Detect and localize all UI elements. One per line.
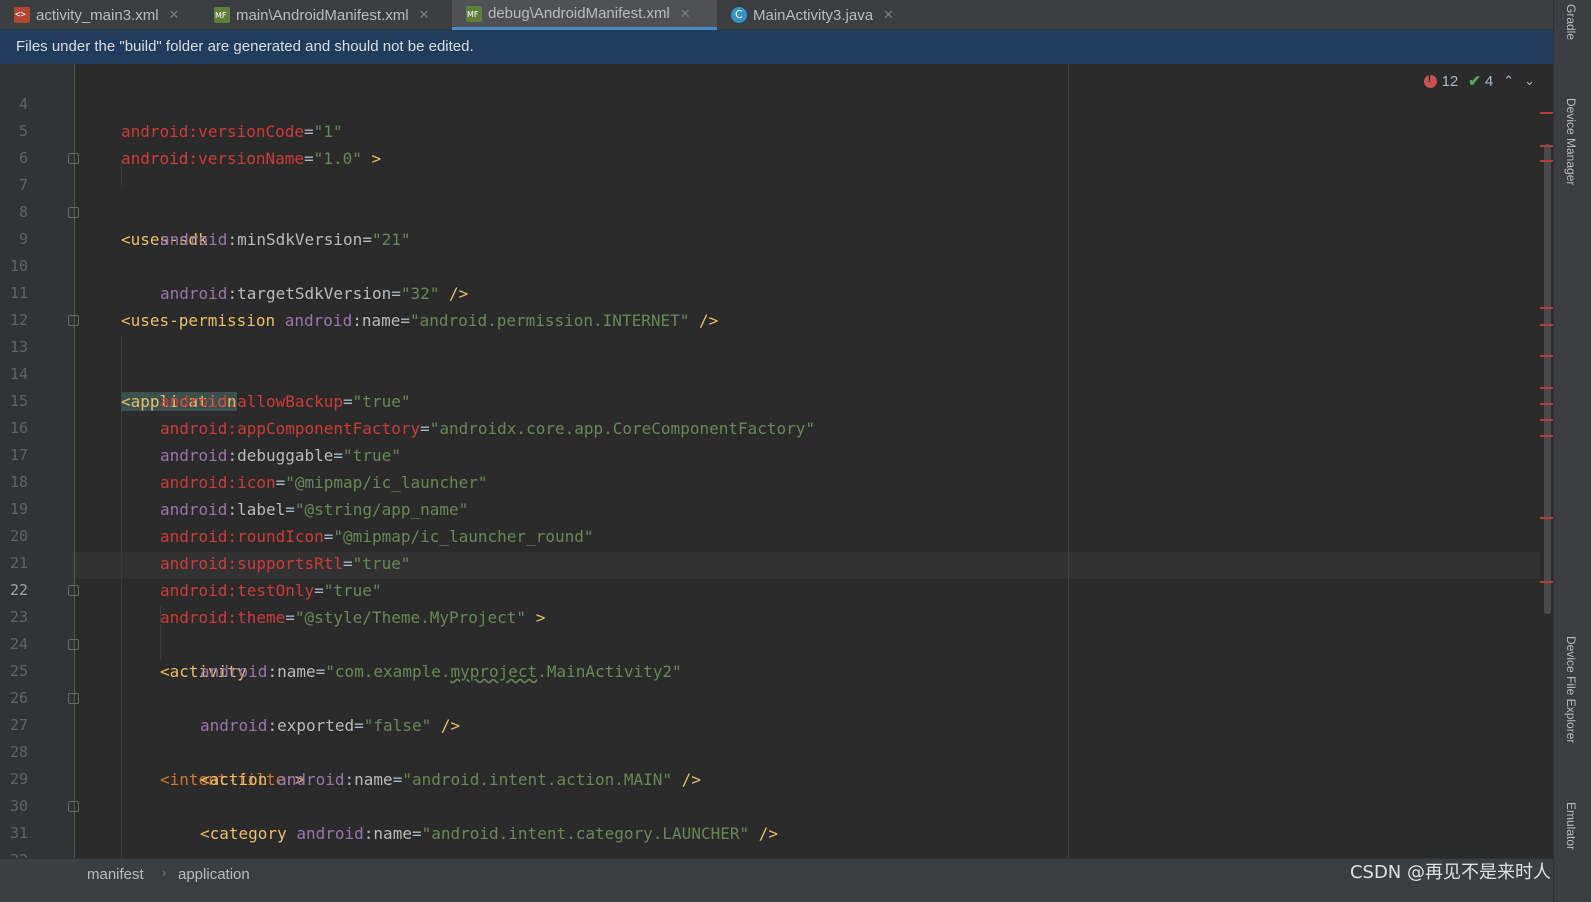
error-stripe-mark[interactable] xyxy=(1540,435,1553,437)
code-line: 20 android:supportsRtl="true" xyxy=(0,496,1540,573)
fold-icon[interactable] xyxy=(68,693,79,704)
tab-label: MainActivity3.java xyxy=(753,6,874,24)
watermark: CSDN @再见不是来时人 xyxy=(1349,862,1551,883)
tab-label: debug\AndroidManifest.xml xyxy=(488,5,670,22)
code-line: 18 android:label="@string/app_name" xyxy=(0,442,1540,519)
code-line: 13 <application xyxy=(0,307,1540,411)
editor-scrollbar[interactable] xyxy=(1540,64,1553,858)
tab-activity-main3[interactable]: activity_main3.xml ✕ xyxy=(0,0,200,30)
chevron-right-icon: › xyxy=(162,865,167,880)
error-stripe-mark[interactable] xyxy=(1540,355,1553,357)
fold-end-icon[interactable] xyxy=(68,801,79,812)
tab-main-manifest[interactable]: main\AndroidManifest.xml ✕ xyxy=(200,0,452,30)
code-line: 17 android:icon="@mipmap/ic_launcher" xyxy=(0,415,1540,492)
line-number: 32 xyxy=(0,847,28,858)
code-editor[interactable]: 4 android:versionCode="1" 5 android:vers… xyxy=(0,64,1553,858)
fold-end-icon[interactable] xyxy=(68,639,79,650)
tool-emulator[interactable]: Emulator xyxy=(1564,802,1578,850)
manifest-file-icon xyxy=(214,7,230,23)
code-line: 21 android:testOnly="true" xyxy=(0,523,1540,600)
code-line-current: 22 android:theme="@style/Theme.MyProject… xyxy=(0,550,1540,627)
tab-label: main\AndroidManifest.xml xyxy=(236,6,409,24)
xml-file-icon xyxy=(14,7,30,23)
code-line: 32 xyxy=(0,820,1540,858)
fold-end-icon[interactable] xyxy=(68,207,79,218)
generated-file-banner: Files under the "build" folder are gener… xyxy=(0,30,1553,64)
error-count: 12 xyxy=(1441,72,1459,90)
fold-icon[interactable] xyxy=(68,315,79,326)
manifest-file-icon xyxy=(466,5,482,22)
error-stripe-mark[interactable] xyxy=(1540,324,1553,326)
error-stripe-mark[interactable] xyxy=(1540,112,1553,114)
bottom-edge xyxy=(0,890,1553,902)
tool-device-file-explorer[interactable]: Device File Explorer xyxy=(1564,636,1578,743)
code-line: 27 <intent-filter> xyxy=(0,685,1540,789)
code-line: 28 <action android:name="android.intent.… xyxy=(0,712,1540,789)
code-line: 12 xyxy=(0,280,1540,329)
error-icon xyxy=(1423,73,1437,88)
scrollbar-thumb[interactable] xyxy=(1544,144,1551,614)
code-line: 14 android:allowBackup="true" xyxy=(0,334,1540,411)
error-stripe-mark[interactable] xyxy=(1540,307,1553,309)
error-stripe-mark[interactable] xyxy=(1540,145,1553,147)
code-line: 5 android:versionName="1.0" > xyxy=(0,91,1540,168)
java-class-icon xyxy=(731,7,747,23)
code-line: 26 xyxy=(0,658,1540,707)
warning-count: 4 xyxy=(1484,72,1494,90)
error-stripe-mark[interactable] xyxy=(1540,419,1553,421)
code-line: 25 android:exported="false" /> xyxy=(0,631,1540,735)
fold-icon[interactable] xyxy=(68,153,79,164)
code-line: 7 <uses-sdk xyxy=(0,145,1540,249)
code-line: 30 <category android:name="android.inten… xyxy=(0,766,1540,843)
close-icon[interactable]: ✕ xyxy=(883,7,894,23)
code-line: 29 xyxy=(0,739,1540,788)
tool-device-manager[interactable]: Device Manager xyxy=(1564,98,1578,185)
code-line: 31 </intent-filter> xyxy=(0,793,1540,842)
close-icon[interactable]: ✕ xyxy=(419,7,430,23)
editor-tab-bar: activity_main3.xml ✕ main\AndroidManifes… xyxy=(0,0,1553,30)
close-icon[interactable]: ✕ xyxy=(169,7,180,23)
tab-label: activity_main3.xml xyxy=(36,6,159,24)
error-stripe-mark[interactable] xyxy=(1540,581,1553,583)
error-stripe-mark[interactable] xyxy=(1540,160,1553,162)
breadcrumb: manifest › application xyxy=(0,858,1553,890)
code-line: 24 android:name="com.example.myproject.M… xyxy=(0,604,1540,681)
code-line: 11 <uses-permission android:name="androi… xyxy=(0,253,1540,330)
warning-check-icon: ✔ xyxy=(1468,73,1481,90)
inspection-widget[interactable]: 12 ✔ 4 ⌃ ⌄ xyxy=(1423,72,1535,90)
code-line: 15 android:appComponentFactory="androidx… xyxy=(0,361,1540,438)
breadcrumb-application[interactable]: application xyxy=(178,866,250,883)
error-stripe-mark[interactable] xyxy=(1540,387,1553,389)
error-stripe-mark[interactable] xyxy=(1540,517,1553,519)
error-stripe-mark[interactable] xyxy=(1540,403,1553,405)
tab-debug-manifest[interactable]: debug\AndroidManifest.xml ✕ xyxy=(452,0,717,30)
right-tool-strip: Gradle Device Manager Device File Explor… xyxy=(1553,0,1591,902)
fold-icon[interactable] xyxy=(68,585,79,596)
code-line: 10 xyxy=(0,226,1540,275)
previous-problem-icon[interactable]: ⌃ xyxy=(1503,73,1514,89)
breadcrumb-manifest[interactable]: manifest xyxy=(87,866,144,883)
code-line: 8 android:minSdkVersion="21" xyxy=(0,172,1540,249)
code-line: 23 <activity xyxy=(0,577,1540,681)
code-line: 19 android:roundIcon="@mipmap/ic_launche… xyxy=(0,469,1540,546)
code-line: 16 android:debuggable="true" xyxy=(0,388,1540,465)
code-line: 4 android:versionCode="1" xyxy=(0,64,1540,141)
code-line: 6 xyxy=(0,118,1540,167)
next-problem-icon[interactable]: ⌄ xyxy=(1524,73,1535,89)
tool-gradle[interactable]: Gradle xyxy=(1564,4,1578,40)
close-icon[interactable]: ✕ xyxy=(680,6,691,22)
tab-mainactivity3[interactable]: MainActivity3.java ✕ xyxy=(717,0,917,30)
code-line: 9 android:targetSdkVersion="32" /> xyxy=(0,199,1540,303)
